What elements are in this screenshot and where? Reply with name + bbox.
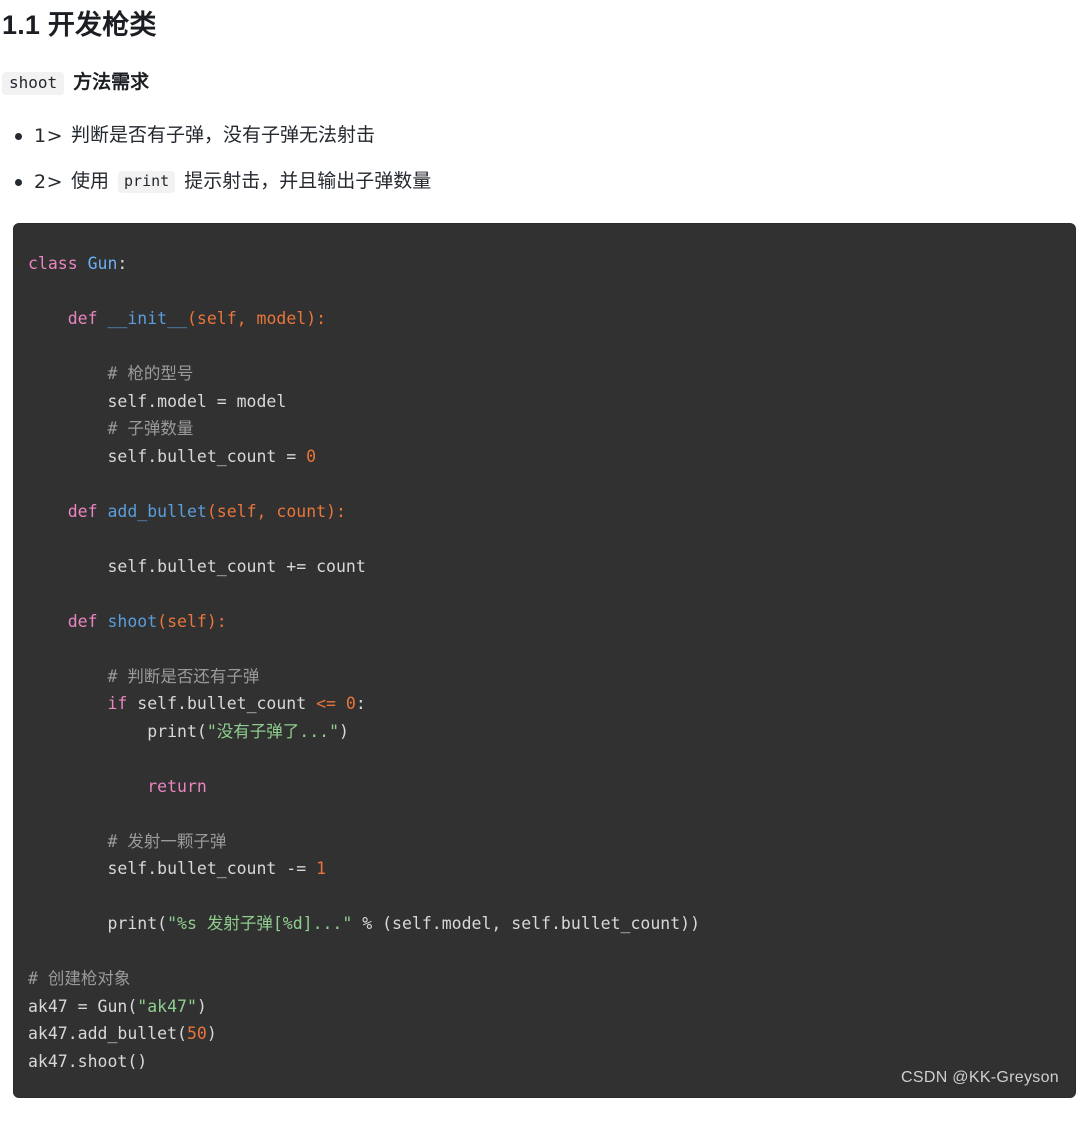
- token-colon: :: [336, 501, 346, 521]
- code-line-print-fire-tail: % (self.model, self.bullet_count)): [352, 914, 700, 933]
- code-line-shoot-call: ak47.shoot(): [28, 1051, 148, 1071]
- code-line-add-count: self.bullet_count += count: [107, 556, 366, 576]
- section-subtitle: shoot 方法需求: [2, 68, 1089, 98]
- token-operator-lte: <=: [316, 694, 336, 713]
- code-block: class Gun: def __init__(self, model): # …: [14, 224, 1075, 1097]
- token-class-name: Gun: [87, 254, 118, 273]
- token-comment-model: # 枪的型号: [107, 364, 194, 383]
- token-number-fifty: 50: [186, 1024, 207, 1043]
- inline-code-shoot: shoot: [2, 71, 65, 95]
- token-paren: (: [157, 611, 168, 631]
- requirements-list: 1> 判断是否有子弹，没有子弹无法射击 2> 使用 print 提示射击，并且输…: [0, 120, 1089, 198]
- article-page: 1.1 开发枪类 shoot 方法需求 1> 判断是否有子弹，没有子弹无法射击 …: [0, 0, 1089, 1135]
- subtitle-text: 方法需求: [73, 72, 150, 93]
- token-keyword-return: return: [147, 776, 207, 796]
- list-item-index: 1>: [34, 125, 64, 147]
- list-item: 2> 使用 print 提示射击，并且输出子弹数量: [15, 166, 1089, 198]
- token-function-shoot: shoot: [107, 611, 158, 631]
- token-paren: ): [326, 501, 337, 521]
- token-paren: (: [206, 501, 217, 521]
- code-line-create-gun: ak47 = Gun(: [28, 996, 138, 1016]
- token-number-zero: 0: [306, 446, 317, 466]
- list-item-text: 使用: [71, 171, 110, 192]
- code-line-add-bullet-call: ak47.add_bullet(: [28, 1024, 187, 1043]
- token-string-fire: "%s 发射子弹[%d]...": [167, 914, 353, 933]
- token-string-no-bullet: "没有子弹了...": [206, 721, 339, 741]
- list-item-text: 判断是否有子弹，没有子弹无法射击: [71, 125, 376, 146]
- inline-code-print: print: [118, 171, 176, 193]
- token-colon: :: [117, 254, 128, 273]
- code-line-print-empty: print(: [147, 721, 207, 741]
- code-content: class Gun: def __init__(self, model): # …: [14, 224, 1075, 1097]
- token-comment-create: # 创建枪对象: [28, 969, 131, 988]
- token-param-count: count: [276, 501, 327, 521]
- token-param-self: self: [196, 309, 237, 328]
- token-number-zero: 0: [345, 694, 356, 713]
- token-paren: (: [186, 309, 197, 328]
- list-item: 1> 判断是否有子弹，没有子弹无法射击: [15, 120, 1089, 152]
- code-line-assign-model: self.model = model: [107, 391, 287, 411]
- token-comment-check: # 判断是否还有子弹: [107, 666, 260, 686]
- token-keyword-def: def: [67, 309, 98, 328]
- token-number-one: 1: [316, 859, 327, 878]
- token-colon: :: [316, 309, 327, 328]
- token-paren: ): [206, 1024, 217, 1043]
- token-comment-count: # 子弹数量: [107, 419, 194, 438]
- token-param-self: self: [167, 611, 207, 631]
- token-paren: ): [206, 611, 217, 631]
- token-param-model: model: [256, 309, 307, 328]
- token-keyword-if: if: [107, 694, 128, 713]
- token-paren: ): [306, 309, 317, 328]
- list-item-index: 2>: [34, 171, 64, 193]
- list-item-text-tail: 提示射击，并且输出子弹数量: [184, 171, 432, 192]
- token-colon: :: [355, 694, 366, 713]
- page-title: 1.1 开发枪类: [2, 10, 157, 40]
- token-function-add-bullet: add_bullet: [107, 501, 207, 521]
- token-function-init: __init__: [107, 309, 187, 328]
- code-line-assign-count: self.bullet_count =: [107, 446, 307, 466]
- token-comment-fire: # 发射一颗子弹: [107, 831, 227, 851]
- token-colon: :: [216, 611, 227, 631]
- code-line-print-fire-head: print(: [107, 914, 168, 933]
- token-comma: ,: [256, 501, 267, 521]
- code-line-if-cond: self.bullet_count: [137, 694, 317, 713]
- token-paren: ): [339, 721, 349, 741]
- token-paren: ): [196, 996, 207, 1016]
- token-string-ak47: "ak47": [137, 996, 197, 1016]
- token-comma: ,: [236, 309, 247, 328]
- token-keyword-def: def: [67, 501, 98, 521]
- token-param-self: self: [216, 501, 257, 521]
- token-keyword-def: def: [67, 611, 98, 631]
- token-keyword-class: class: [28, 254, 78, 273]
- code-line-dec-count: self.bullet_count -=: [107, 859, 317, 878]
